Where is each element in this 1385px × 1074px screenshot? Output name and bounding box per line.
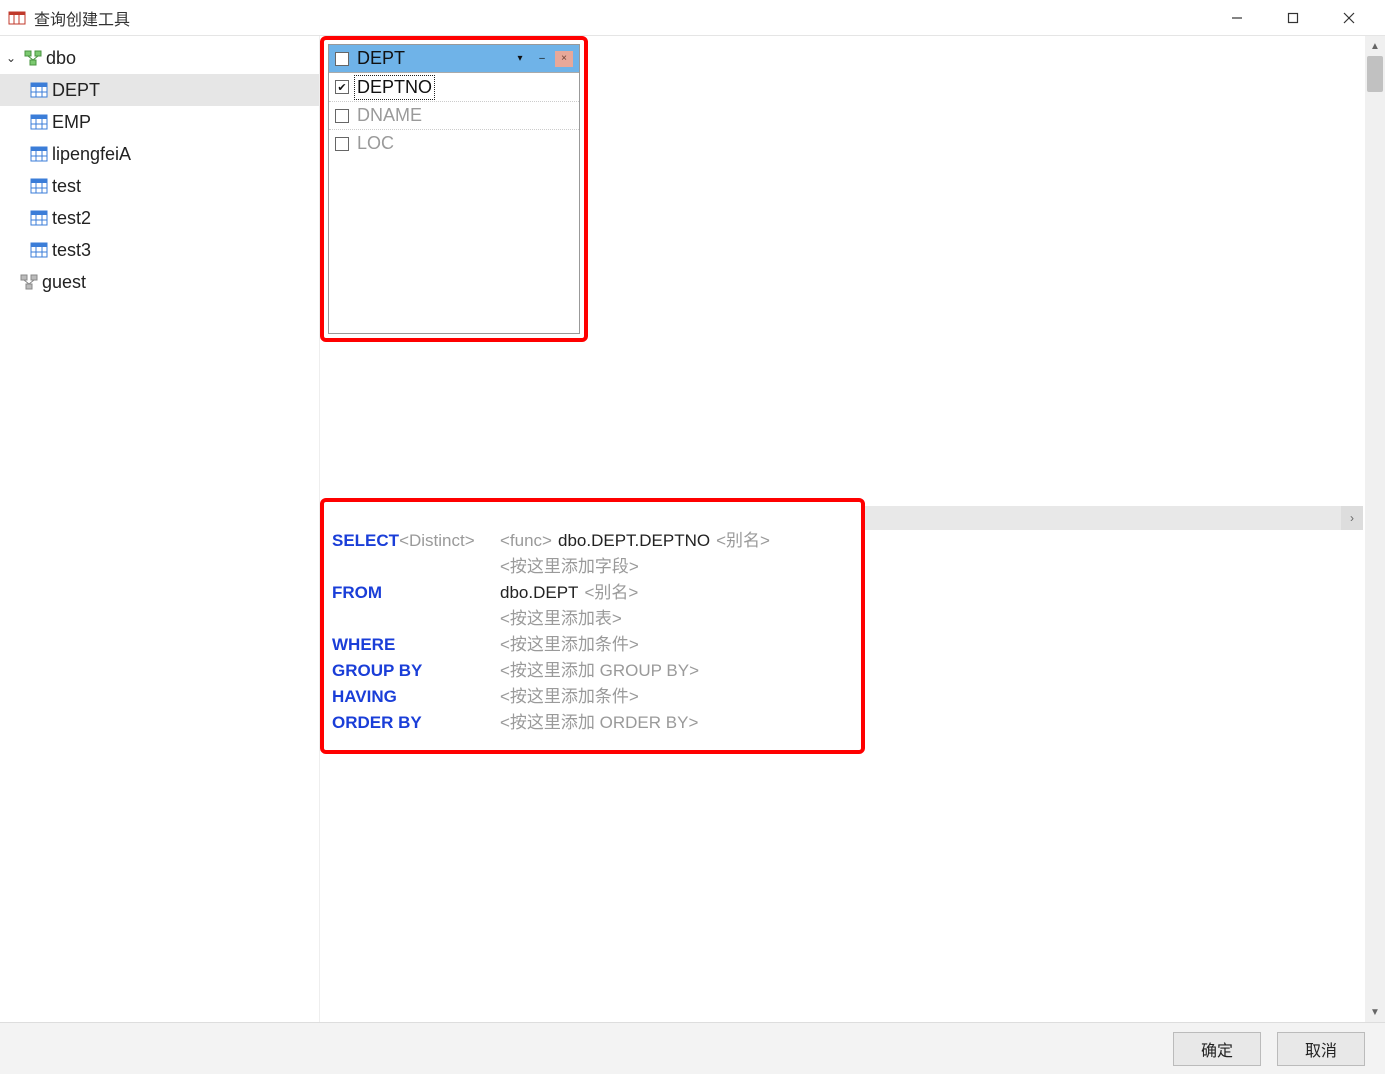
canvas-area[interactable]: DEPT ▾ – × ✔ DEPTNO DNAME bbox=[320, 36, 1385, 1022]
table-label: lipengfeiA bbox=[52, 144, 131, 165]
schema-label: dbo bbox=[46, 48, 76, 69]
content-area: ⌄ dbo DEPT EMP lipengfeiA bbox=[0, 36, 1385, 1022]
window-title: 查询创建工具 bbox=[34, 6, 130, 30]
window-controls bbox=[1209, 4, 1377, 32]
table-close-icon[interactable]: × bbox=[555, 51, 573, 67]
from-alias-placeholder[interactable]: <别名> bbox=[584, 580, 638, 606]
table-label: DEPT bbox=[52, 80, 100, 101]
where-placeholder[interactable]: <按这里添加条件> bbox=[500, 632, 639, 658]
schema-tree[interactable]: ⌄ dbo DEPT EMP lipengfeiA bbox=[0, 36, 320, 1022]
column-row-deptno[interactable]: ✔ DEPTNO bbox=[329, 73, 579, 101]
sql-from-row[interactable]: FROM dbo.DEPT <别名> bbox=[332, 580, 853, 606]
sql-groupby-row[interactable]: GROUP BY <按这里添加 GROUP BY> bbox=[332, 658, 853, 684]
column-checkbox[interactable] bbox=[335, 109, 349, 123]
column-label: LOC bbox=[357, 133, 394, 154]
scroll-right-icon[interactable]: › bbox=[1341, 506, 1363, 530]
table-icon bbox=[30, 242, 48, 258]
schema-node-guest[interactable]: guest bbox=[0, 266, 319, 298]
schema-icon bbox=[20, 274, 38, 290]
add-field-placeholder[interactable]: <按这里添加字段> bbox=[500, 554, 853, 580]
table-label: EMP bbox=[52, 112, 91, 133]
scroll-down-icon[interactable]: ▼ bbox=[1365, 1002, 1385, 1022]
column-label: DEPTNO bbox=[355, 76, 434, 99]
select-field[interactable]: dbo.DEPT.DEPTNO bbox=[558, 528, 710, 554]
footer: 确定 取消 bbox=[0, 1022, 1385, 1074]
table-label: test3 bbox=[52, 240, 91, 261]
sql-keyword-orderby: ORDER BY bbox=[332, 710, 500, 736]
alias-placeholder[interactable]: <别名> bbox=[716, 528, 770, 554]
diagram-table-dept[interactable]: DEPT ▾ – × ✔ DEPTNO DNAME bbox=[328, 44, 580, 334]
table-label: test2 bbox=[52, 208, 91, 229]
table-icon bbox=[30, 114, 48, 130]
diagram-table-header[interactable]: DEPT ▾ – × bbox=[329, 45, 579, 73]
maximize-button[interactable] bbox=[1265, 4, 1321, 32]
distinct-placeholder[interactable]: <Distinct> bbox=[399, 531, 475, 550]
table-menu-icon[interactable]: ▾ bbox=[511, 51, 529, 67]
minimize-button[interactable] bbox=[1209, 4, 1265, 32]
cancel-button[interactable]: 取消 bbox=[1277, 1032, 1365, 1066]
sql-highlight: SELECT<Distinct> <func> dbo.DEPT.DEPTNO … bbox=[320, 498, 865, 754]
sql-keyword-select: SELECT<Distinct> bbox=[332, 528, 500, 554]
column-checkbox[interactable] bbox=[335, 137, 349, 151]
sql-editor[interactable]: SELECT<Distinct> <func> dbo.DEPT.DEPTNO … bbox=[328, 504, 857, 740]
table-label: test bbox=[52, 176, 81, 197]
table-icon bbox=[30, 210, 48, 226]
table-node-test3[interactable]: test3 bbox=[0, 234, 319, 266]
sql-keyword-groupby: GROUP BY bbox=[332, 658, 500, 684]
table-node-emp[interactable]: EMP bbox=[0, 106, 319, 138]
orderby-placeholder[interactable]: <按这里添加 ORDER BY> bbox=[500, 710, 698, 736]
sql-having-row[interactable]: HAVING <按这里添加条件> bbox=[332, 684, 853, 710]
titlebar: 查询创建工具 bbox=[0, 0, 1385, 36]
sql-keyword-from: FROM bbox=[332, 580, 500, 606]
sql-orderby-row[interactable]: ORDER BY <按这里添加 ORDER BY> bbox=[332, 710, 853, 736]
diagram-table-name: DEPT bbox=[357, 48, 405, 69]
table-node-lipengfeia[interactable]: lipengfeiA bbox=[0, 138, 319, 170]
column-checkbox[interactable]: ✔ bbox=[335, 80, 349, 94]
select-all-checkbox[interactable] bbox=[335, 52, 349, 66]
diagram-highlight: DEPT ▾ – × ✔ DEPTNO DNAME bbox=[320, 36, 588, 342]
func-placeholder[interactable]: <func> bbox=[500, 528, 552, 554]
sql-keyword-where: WHERE bbox=[332, 632, 500, 658]
close-button[interactable] bbox=[1321, 4, 1377, 32]
vertical-scrollbar[interactable]: ▲ ▼ bbox=[1365, 36, 1385, 1022]
column-label: DNAME bbox=[357, 105, 422, 126]
app-icon bbox=[8, 9, 26, 27]
having-placeholder[interactable]: <按这里添加条件> bbox=[500, 684, 639, 710]
column-row-dname[interactable]: DNAME bbox=[329, 101, 579, 129]
groupby-placeholder[interactable]: <按这里添加 GROUP BY> bbox=[500, 658, 699, 684]
schema-icon bbox=[24, 50, 42, 66]
sql-where-row[interactable]: WHERE <按这里添加条件> bbox=[332, 632, 853, 658]
scroll-up-icon[interactable]: ▲ bbox=[1365, 36, 1385, 56]
sql-keyword-having: HAVING bbox=[332, 684, 500, 710]
table-minimize-icon[interactable]: – bbox=[533, 51, 551, 67]
table-icon bbox=[30, 82, 48, 98]
expand-arrow-icon[interactable]: ⌄ bbox=[6, 51, 20, 65]
schema-label: guest bbox=[42, 272, 86, 293]
table-node-test2[interactable]: test2 bbox=[0, 202, 319, 234]
table-node-test[interactable]: test bbox=[0, 170, 319, 202]
table-icon bbox=[30, 146, 48, 162]
table-node-dept[interactable]: DEPT bbox=[0, 74, 319, 106]
sql-select-row[interactable]: SELECT<Distinct> <func> dbo.DEPT.DEPTNO … bbox=[332, 528, 853, 554]
ok-button[interactable]: 确定 bbox=[1173, 1032, 1261, 1066]
add-table-placeholder[interactable]: <按这里添加表> bbox=[500, 606, 853, 632]
column-row-loc[interactable]: LOC bbox=[329, 129, 579, 157]
scroll-thumb[interactable] bbox=[1367, 56, 1383, 92]
from-table[interactable]: dbo.DEPT bbox=[500, 580, 578, 606]
table-icon bbox=[30, 178, 48, 194]
schema-node-dbo[interactable]: ⌄ dbo bbox=[0, 42, 319, 74]
